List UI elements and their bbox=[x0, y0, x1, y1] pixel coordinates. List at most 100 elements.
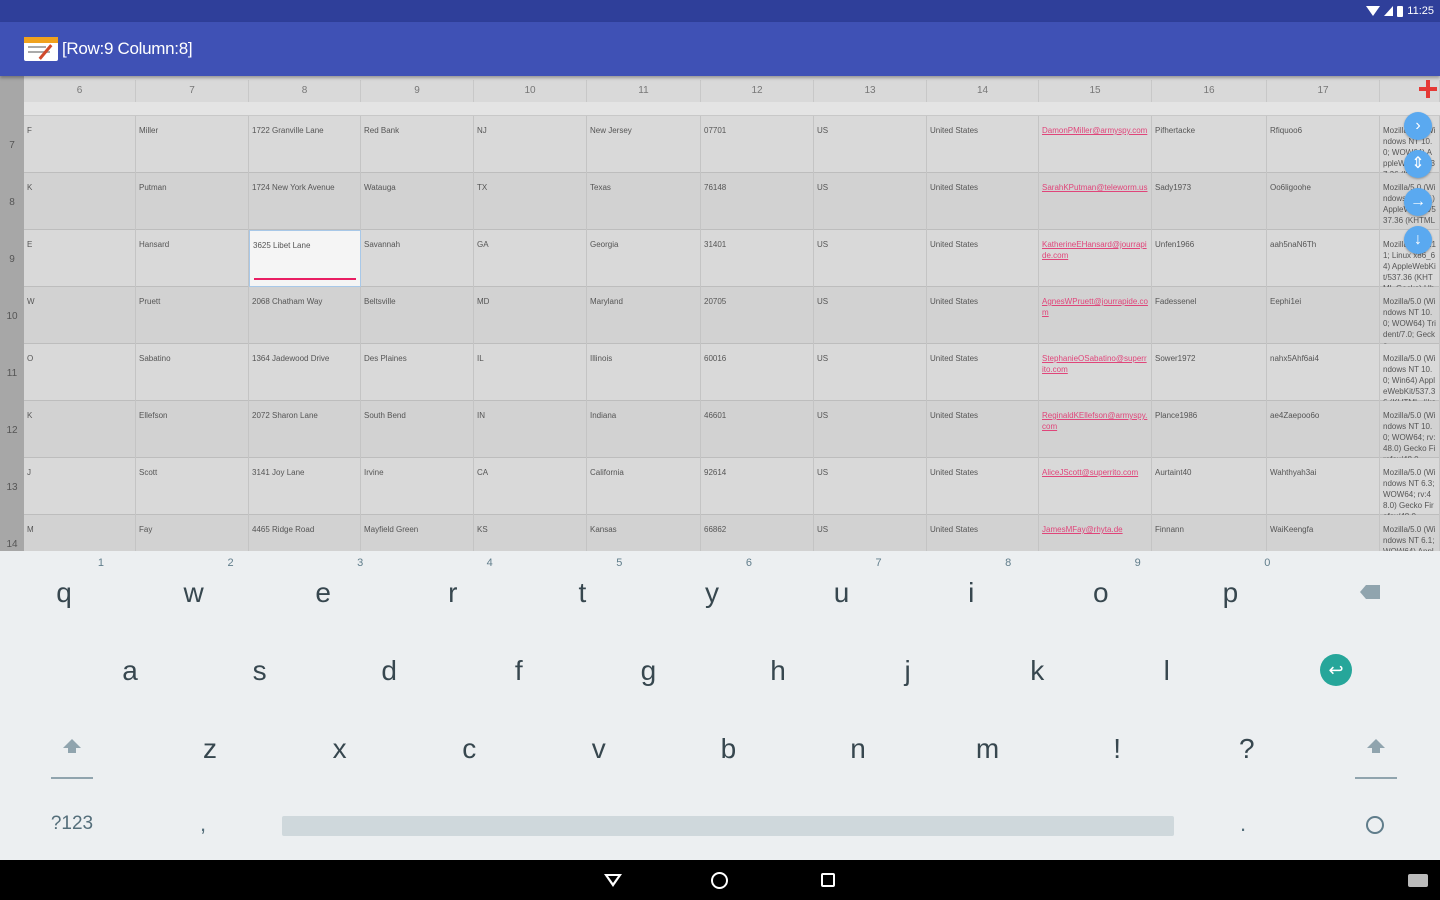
key-i[interactable]: i8 bbox=[911, 551, 1031, 629]
table-cell[interactable]: Texas bbox=[587, 173, 701, 230]
key-exclamation[interactable]: ! bbox=[1057, 707, 1177, 785]
table-cell[interactable]: Illinois bbox=[587, 344, 701, 401]
table-cell[interactable]: M bbox=[24, 515, 136, 551]
key-n[interactable]: n bbox=[798, 707, 918, 785]
key-h[interactable]: h bbox=[718, 629, 838, 707]
row-number[interactable]: 8 bbox=[0, 197, 24, 208]
table-cell[interactable]: Mozilla/5.0 (Windows NT 10.0; WOW64) Tri… bbox=[1380, 287, 1440, 344]
table-cell[interactable]: US bbox=[814, 230, 927, 287]
column-header[interactable]: 11 bbox=[587, 80, 701, 102]
table-cell[interactable]: United States bbox=[927, 344, 1039, 401]
table-cell[interactable]: J bbox=[24, 458, 136, 515]
key-b[interactable]: b bbox=[668, 707, 788, 785]
key-k[interactable]: k bbox=[977, 629, 1097, 707]
table-cell[interactable]: US bbox=[814, 116, 927, 173]
table-cell[interactable]: KatherineEHansard@jourrapide.com bbox=[1039, 230, 1152, 287]
column-header[interactable]: 9 bbox=[361, 80, 474, 102]
table-cell[interactable]: Maryland bbox=[587, 287, 701, 344]
table-cell[interactable]: StephanieOSabatino@superrito.com bbox=[1039, 344, 1152, 401]
comma-key[interactable]: , bbox=[200, 811, 206, 837]
table-cell[interactable]: WaiKeengfa bbox=[1267, 515, 1380, 551]
arrow-next-icon[interactable]: → bbox=[1404, 188, 1432, 216]
table-cell[interactable]: United States bbox=[927, 230, 1039, 287]
table-cell[interactable]: Sower1972 bbox=[1152, 344, 1267, 401]
editing-cell[interactable]: 3625 Libet Lane bbox=[249, 230, 361, 287]
key-j[interactable]: j bbox=[848, 629, 968, 707]
key-u[interactable]: u7 bbox=[782, 551, 902, 629]
row-number[interactable]: 13 bbox=[0, 482, 24, 493]
table-cell[interactable]: AgnesWPruett@jourrapide.com bbox=[1039, 287, 1152, 344]
table-cell[interactable]: GA bbox=[474, 230, 587, 287]
key-y[interactable]: y6 bbox=[652, 551, 772, 629]
key-g[interactable]: g bbox=[588, 629, 708, 707]
table-cell[interactable]: Des Plaines bbox=[361, 344, 474, 401]
table-cell[interactable]: US bbox=[814, 515, 927, 551]
table-cell[interactable]: 3141 Joy Lane bbox=[249, 458, 361, 515]
recents-icon[interactable] bbox=[821, 873, 835, 887]
table-cell[interactable]: Red Bank bbox=[361, 116, 474, 173]
table-cell[interactable]: Unfen1966 bbox=[1152, 230, 1267, 287]
key-s[interactable]: s bbox=[200, 629, 320, 707]
table-cell[interactable]: 07701 bbox=[701, 116, 814, 173]
key-x[interactable]: x bbox=[280, 707, 400, 785]
table-cell[interactable]: KS bbox=[474, 515, 587, 551]
column-header[interactable]: 12 bbox=[701, 80, 814, 102]
table-cell[interactable]: Pruett bbox=[136, 287, 249, 344]
table-cell[interactable]: K bbox=[24, 401, 136, 458]
table-cell[interactable]: Putman bbox=[136, 173, 249, 230]
key-a[interactable]: a bbox=[70, 629, 190, 707]
table-cell[interactable]: SarahKPutman@teleworm.us bbox=[1039, 173, 1152, 230]
column-header[interactable]: 14 bbox=[927, 80, 1039, 102]
column-header[interactable]: 13 bbox=[814, 80, 927, 102]
row-number[interactable]: 11 bbox=[0, 368, 24, 379]
table-cell[interactable]: IL bbox=[474, 344, 587, 401]
enter-icon[interactable]: ↩ bbox=[1320, 654, 1352, 686]
table-cell[interactable]: Miller bbox=[136, 116, 249, 173]
table-cell[interactable]: South Bend bbox=[361, 401, 474, 458]
table-cell[interactable]: Sady1973 bbox=[1152, 173, 1267, 230]
keyboard-switch-icon[interactable] bbox=[1408, 874, 1428, 887]
table-cell[interactable]: Mozilla/5.0 (Windows NT 10.0; WOW64; rv:… bbox=[1380, 401, 1440, 458]
table-cell[interactable]: 60016 bbox=[701, 344, 814, 401]
table-cell[interactable]: 1724 New York Avenue bbox=[249, 173, 361, 230]
row-number[interactable]: 7 bbox=[0, 140, 24, 151]
key-p[interactable]: p0 bbox=[1170, 551, 1290, 629]
arrow-down-icon[interactable]: ↓ bbox=[1404, 226, 1432, 254]
key-t[interactable]: t5 bbox=[522, 551, 642, 629]
key-d[interactable]: d bbox=[329, 629, 449, 707]
table-cell[interactable]: US bbox=[814, 173, 927, 230]
column-header[interactable]: 7 bbox=[136, 80, 249, 102]
table-cell[interactable]: 2068 Chatham Way bbox=[249, 287, 361, 344]
table-cell[interactable]: TX bbox=[474, 173, 587, 230]
row-number[interactable]: 10 bbox=[0, 311, 24, 322]
table-cell[interactable]: 4465 Ridge Road bbox=[249, 515, 361, 551]
table-cell[interactable]: Aurtaint40 bbox=[1152, 458, 1267, 515]
add-column-icon[interactable] bbox=[1419, 80, 1437, 98]
table-cell[interactable]: Watauga bbox=[361, 173, 474, 230]
table-cell[interactable]: United States bbox=[927, 515, 1039, 551]
emoji-icon[interactable] bbox=[1366, 816, 1384, 834]
shift-left-icon[interactable] bbox=[61, 739, 83, 759]
table-cell[interactable]: 66862 bbox=[701, 515, 814, 551]
table-cell[interactable]: Irvine bbox=[361, 458, 474, 515]
spreadsheet-grid[interactable]: 6 7 8 9 10 11 12 13 14 15 16 17 F Miller 1722 Granvil… bbox=[0, 76, 1440, 551]
period-key[interactable]: . bbox=[1240, 811, 1246, 837]
arrows-expand-icon[interactable]: ⇕ bbox=[1404, 150, 1432, 178]
table-cell[interactable]: United States bbox=[927, 458, 1039, 515]
table-cell[interactable]: K bbox=[24, 173, 136, 230]
table-cell[interactable]: Fadessenel bbox=[1152, 287, 1267, 344]
table-cell[interactable]: 76148 bbox=[701, 173, 814, 230]
table-cell[interactable]: F bbox=[24, 116, 136, 173]
table-cell[interactable]: AliceJScott@superrito.com bbox=[1039, 458, 1152, 515]
key-o[interactable]: o9 bbox=[1041, 551, 1161, 629]
arrow-right-icon[interactable]: › bbox=[1404, 112, 1432, 140]
key-w[interactable]: w2 bbox=[134, 551, 254, 629]
column-header[interactable]: 16 bbox=[1152, 80, 1267, 102]
table-cell[interactable]: aah5naN6Th bbox=[1267, 230, 1380, 287]
table-cell[interactable]: IN bbox=[474, 401, 587, 458]
table-cell[interactable]: E bbox=[24, 230, 136, 287]
table-cell[interactable]: Oo6ligoohe bbox=[1267, 173, 1380, 230]
table-cell[interactable]: United States bbox=[927, 173, 1039, 230]
table-cell[interactable]: Finnann bbox=[1152, 515, 1267, 551]
home-icon[interactable] bbox=[711, 872, 728, 889]
